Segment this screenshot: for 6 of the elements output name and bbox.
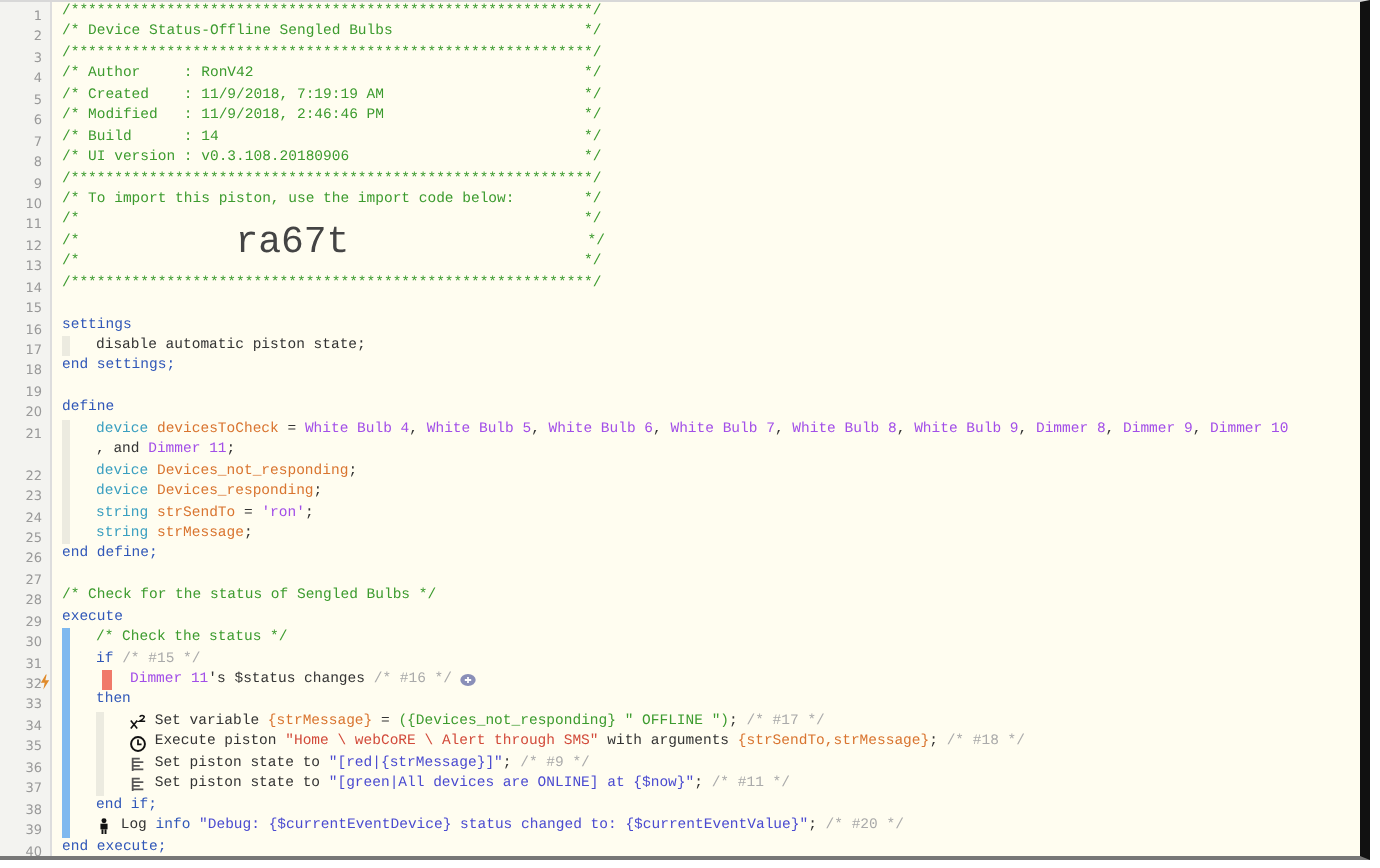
clock-icon	[130, 735, 146, 752]
list-icon	[130, 755, 146, 772]
variable-icon	[130, 714, 146, 731]
list-icon	[130, 776, 146, 793]
person-icon	[96, 818, 112, 835]
add-icon[interactable]	[460, 672, 477, 689]
